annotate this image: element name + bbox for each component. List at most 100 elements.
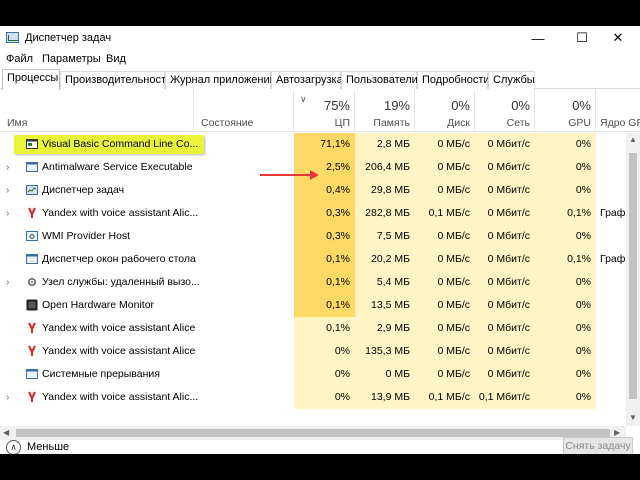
col-status-label: Состояние [201,117,254,129]
col-cpu[interactable]: 75% ЦП [294,90,355,132]
process-row[interactable]: › Узел службы: удаленный вызо... 0,1% 5,4 М… [0,271,626,294]
tab-details[interactable]: Подробности [417,71,490,89]
col-disk-pct: 0% [451,98,470,113]
cell-gpu: 0,1% [535,248,596,271]
process-row[interactable]: WMI Provider Host 0,3% 7,5 МБ 0 МБ/с 0 Мбит/… [0,225,626,248]
col-name[interactable]: Имя [0,90,194,132]
cell-cpu: 0,1% [294,294,355,317]
cell-gpu-engine: Граф [600,253,626,265]
cell-cpu: 0,3% [294,202,355,225]
cell-cpu: 0,1% [294,248,355,271]
cell-disk: 0 МБ/с [415,156,475,179]
tab-users[interactable]: Пользователи [341,71,418,89]
horizontal-scroll-thumb[interactable] [16,429,610,437]
col-name-label: Имя [7,117,28,129]
menu-file[interactable]: Файл [6,53,33,65]
cell-gpu: 0% [535,340,596,363]
expand-chevron-icon[interactable]: › [6,277,9,288]
cell-disk: 0 МБ/с [415,133,475,156]
end-task-button[interactable]: Снять задачу [563,437,633,454]
window-icon [26,368,38,380]
cell-net: 0 Мбит/с [475,225,535,248]
cell-gpu: 0% [535,225,596,248]
tab-startup[interactable]: Автозагрузка [271,71,343,89]
process-name: Yandex with voice assistant Alice [42,345,196,357]
menu-view[interactable]: Вид [106,53,126,65]
expand-chevron-icon[interactable]: › [6,162,9,173]
process-name: Диспетчер окон рабочего стола [42,253,196,265]
cell-gpu-engine: Граф [600,207,626,219]
title-bar[interactable]: Диспетчер задач — ☐ ✕ [0,26,640,50]
cell-disk: 0 МБ/с [415,248,475,271]
cell-mem: 13,9 МБ [355,386,415,409]
cell-mem: 13,5 МБ [355,294,415,317]
col-cpu-label: ЦП [334,117,350,129]
close-button[interactable]: ✕ [596,26,640,50]
cell-net: 0 Мбит/с [475,340,535,363]
tab-processes[interactable]: Процессы [2,69,60,90]
scroll-right-icon[interactable]: ▶ [614,428,620,437]
expand-chevron-icon[interactable]: › [6,392,9,403]
cell-net: 0 Мбит/с [475,248,535,271]
cell-mem: 20,2 МБ [355,248,415,271]
process-name: Yandex with voice assistant Alic... [42,207,199,219]
cell-net: 0 Мбит/с [475,294,535,317]
ohm-icon [26,299,38,311]
process-row[interactable]: Диспетчер окон рабочего стола 0,1% 20,2 МБ… [0,248,626,271]
cell-gpu: 0% [535,363,596,386]
vb-window-icon [26,138,38,150]
fewer-details-button[interactable]: ∧ Меньше [6,440,206,454]
yandex-icon [26,345,38,357]
process-row[interactable]: › Диспетчер задач 0,4% 29,8 МБ 0 МБ/с 0 Мбит/… [0,179,626,202]
cell-gpu: 0% [535,294,596,317]
tab-services[interactable]: Службы [488,71,535,89]
process-row[interactable]: Yandex with voice assistant Alice 0% 135,3… [0,340,626,363]
tab-performance[interactable]: Производительность [60,71,172,89]
fewer-details-label: Меньше [27,441,70,453]
minimize-button[interactable]: — [516,26,560,50]
cell-gpu: 0% [535,179,596,202]
process-name: WMI Provider Host [42,230,131,242]
process-row[interactable]: Системные прерывания 0% 0 МБ 0 МБ/с 0 Мбит/с… [0,363,626,386]
vertical-scroll-thumb[interactable] [629,153,637,399]
col-gpu[interactable]: 0% GPU [535,90,596,132]
vertical-scrollbar[interactable]: ▲ ▼ [626,133,640,426]
process-row[interactable]: Open Hardware Monitor 0,1% 13,5 МБ 0 МБ/с 0 … [0,294,626,317]
expand-chevron-icon[interactable]: › [6,185,9,196]
cell-disk: 0 МБ/с [415,271,475,294]
scroll-down-icon[interactable]: ▼ [629,413,637,422]
col-disk[interactable]: 0% Диск [415,90,475,132]
col-gpu-engine[interactable]: Ядро GPU [596,90,640,132]
process-row[interactable]: Yandex with voice assistant Alice 0,1% 2,9… [0,317,626,340]
cell-cpu: 0,4% [294,179,355,202]
horizontal-scrollbar[interactable]: ◀ ▶ [0,426,626,440]
cell-cpu: 0% [294,386,355,409]
expand-chevron-icon[interactable]: › [6,208,9,219]
tab-app-history[interactable]: Журнал приложений [165,71,276,89]
cell-disk: 0,1 МБ/с [415,386,475,409]
cell-gpu: 0% [535,317,596,340]
process-row[interactable]: › Yandex with voice assistant Alic... 0% 13… [0,386,626,409]
yandex-icon [26,207,38,219]
scroll-left-icon[interactable]: ◀ [3,428,9,437]
window-icon [26,161,38,173]
cell-mem: 2,9 МБ [355,317,415,340]
yandex-icon [26,322,38,334]
cell-net: 0 Мбит/с [475,363,535,386]
col-gpu-label: GPU [568,117,591,129]
cell-gpu: 0% [535,156,596,179]
cell-gpu: 0% [535,271,596,294]
col-status[interactable]: Состояние [194,90,294,132]
menu-options[interactable]: Параметры [42,53,101,65]
window-title: Диспетчер задач [25,32,112,44]
process-row[interactable]: › Yandex with voice assistant Alic... 0,3%… [0,202,626,225]
cell-net: 0,1 Мбит/с [475,386,535,409]
cell-mem: 2,8 МБ [355,133,415,156]
scroll-up-icon[interactable]: ▲ [629,135,637,144]
cell-mem: 135,3 МБ [355,340,415,363]
col-network[interactable]: 0% Сеть [475,90,535,132]
process-name: Yandex with voice assistant Alic... [42,391,199,403]
process-row[interactable]: Visual Basic Command Line Co... 71,1% 2,8 … [0,133,626,156]
col-memory[interactable]: 19% Память [355,90,415,132]
cell-mem: 0 МБ [355,363,415,386]
